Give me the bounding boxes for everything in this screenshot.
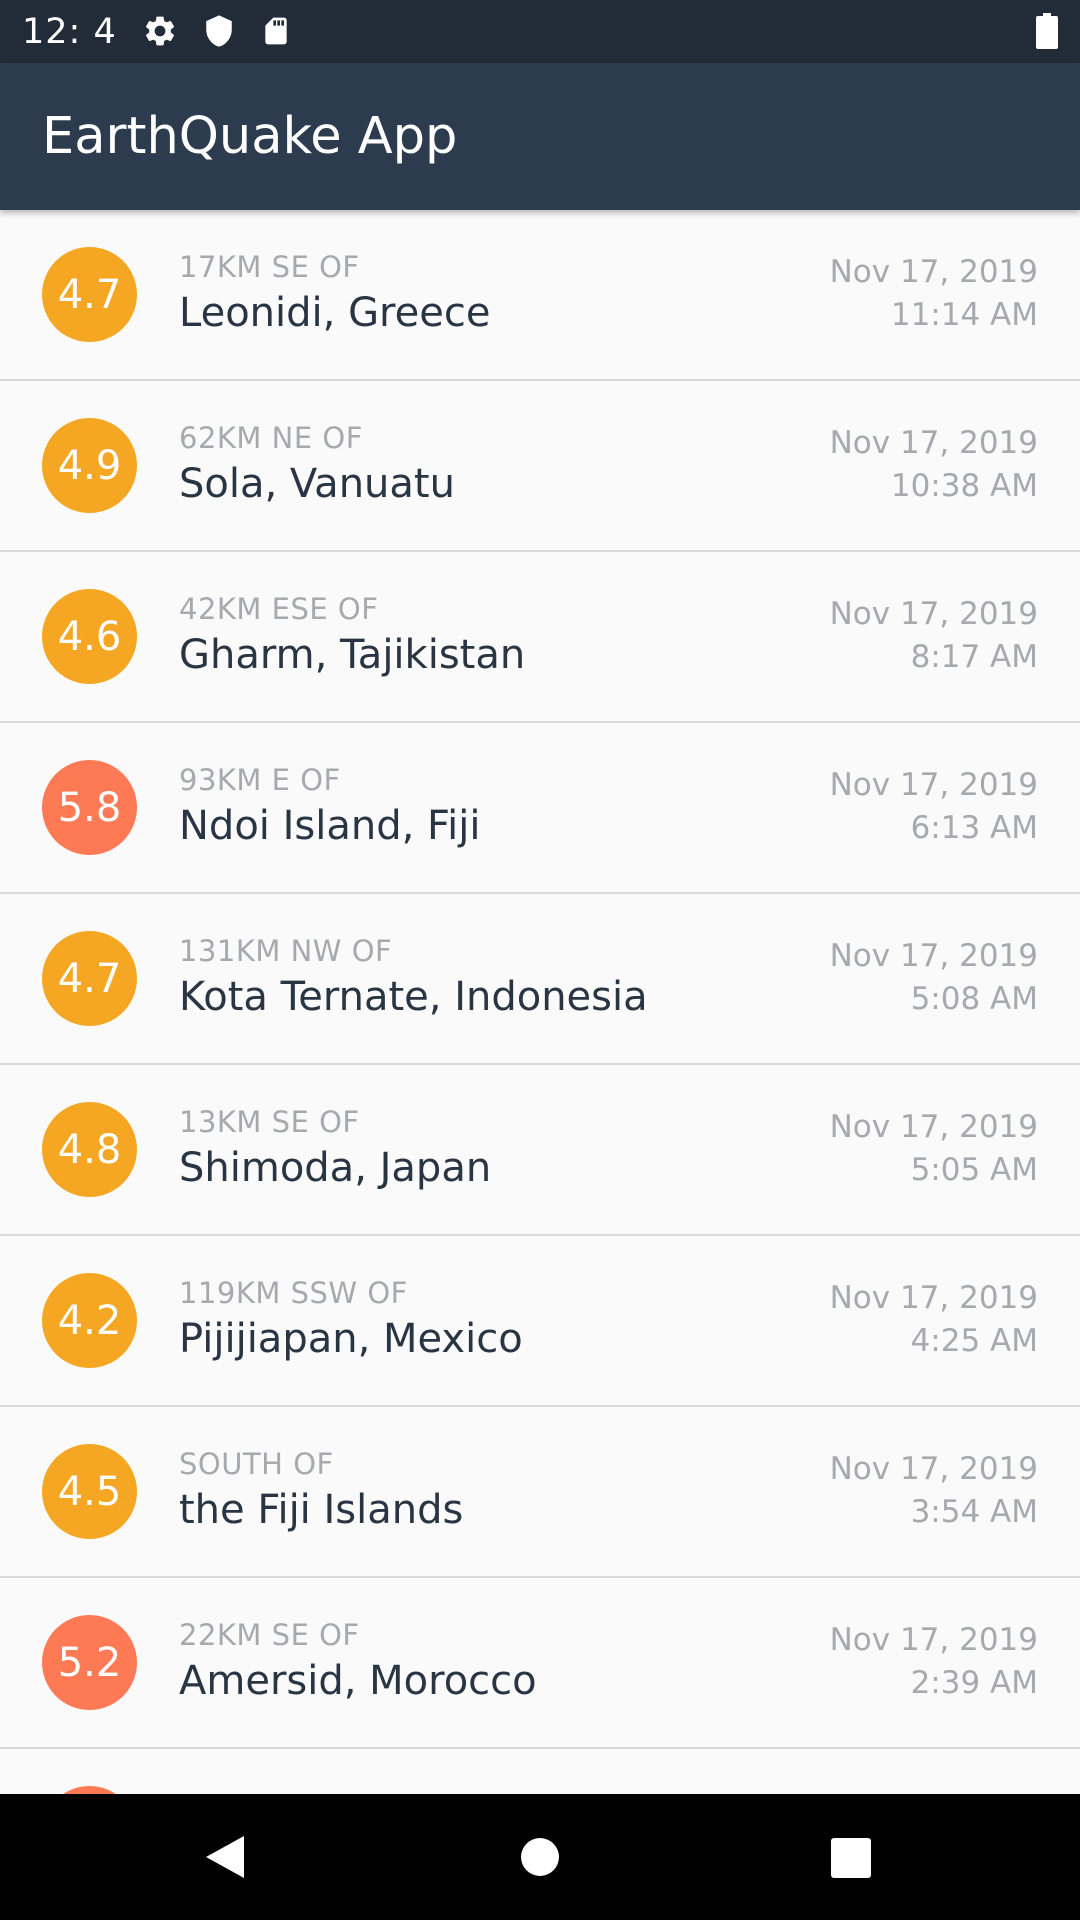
magnitude-circle: 4.6 xyxy=(42,589,137,684)
status-time: 12: 4 xyxy=(22,12,117,52)
status-bar: 12: 4 xyxy=(0,0,1080,63)
battery-icon xyxy=(1036,13,1058,54)
primary-location: Gharm, Tajikistan xyxy=(179,632,526,678)
magnitude-circle: 4.7 xyxy=(42,931,137,1026)
location-offset: 62KM NE OF xyxy=(179,421,363,455)
quake-date: Nov 17, 2019 xyxy=(829,1109,1038,1145)
location-offset: SOUTH OF xyxy=(179,1447,334,1481)
earthquake-item[interactable]: 4.6 42KM ESE OF Gharm, Tajikistan Nov 17… xyxy=(0,552,1080,723)
primary-location: Shimoda, Japan xyxy=(179,1145,492,1191)
earthquake-item[interactable]: 4.5 SOUTH OF the Fiji Islands Nov 17, 20… xyxy=(0,1407,1080,1578)
magnitude-circle xyxy=(42,1786,137,1794)
quake-date: Nov 17, 2019 xyxy=(829,767,1038,803)
quake-time: 10:38 AM xyxy=(890,468,1038,504)
primary-location: the Fiji Islands xyxy=(179,1487,464,1533)
quake-date: Nov 17, 2019 xyxy=(829,254,1038,290)
location-offset: 131KM NW OF xyxy=(179,934,393,968)
app-title: EarthQuake App xyxy=(42,107,458,166)
quake-date: Nov 17, 2019 xyxy=(829,1622,1038,1658)
quake-time: 6:13 AM xyxy=(910,810,1038,846)
earthquake-item[interactable]: 4.7 131KM NW OF Kota Ternate, Indonesia … xyxy=(0,894,1080,1065)
primary-location: Sola, Vanuatu xyxy=(179,461,455,507)
magnitude-circle: 5.8 xyxy=(42,760,137,855)
location-offset: 93KM E OF xyxy=(179,763,341,797)
magnitude-circle: 4.9 xyxy=(42,418,137,513)
quake-time: 8:17 AM xyxy=(910,639,1038,675)
earthquake-item[interactable]: 4.8 13KM SE OF Shimoda, Japan Nov 17, 20… xyxy=(0,1065,1080,1236)
recents-icon[interactable] xyxy=(830,1832,872,1887)
primary-location: Leonidi, Greece xyxy=(179,290,491,336)
magnitude-circle: 4.2 xyxy=(42,1273,137,1368)
earthquake-item[interactable]: 5.2 22KM SE OF Amersid, Morocco Nov 17, … xyxy=(0,1578,1080,1749)
location-offset: 42KM ESE OF xyxy=(179,592,379,626)
quake-time: 3:54 AM xyxy=(910,1494,1038,1530)
earthquake-item[interactable]: 4.7 17KM SE OF Leonidi, Greece Nov 17, 2… xyxy=(0,210,1080,381)
earthquake-item[interactable] xyxy=(0,1749,1080,1794)
app-bar: EarthQuake App xyxy=(0,63,1080,210)
location-offset: 17KM SE OF xyxy=(179,250,360,284)
magnitude-circle: 5.2 xyxy=(42,1615,137,1710)
earthquake-item[interactable]: 4.2 119KM SSW OF Pijijiapan, Mexico Nov … xyxy=(0,1236,1080,1407)
quake-time: 11:14 AM xyxy=(890,297,1038,333)
sd-card-icon xyxy=(260,13,292,54)
back-icon[interactable] xyxy=(200,1832,250,1887)
location-offset: 22KM SE OF xyxy=(179,1618,360,1652)
magnitude-circle: 4.7 xyxy=(42,247,137,342)
earthquake-list[interactable]: 4.7 17KM SE OF Leonidi, Greece Nov 17, 2… xyxy=(0,210,1080,1794)
earthquake-item[interactable]: 4.9 62KM NE OF Sola, Vanuatu Nov 17, 201… xyxy=(0,381,1080,552)
home-icon[interactable] xyxy=(520,1832,560,1887)
gear-icon xyxy=(142,13,178,54)
magnitude-circle: 4.5 xyxy=(42,1444,137,1539)
quake-date: Nov 17, 2019 xyxy=(829,425,1038,461)
location-offset: 119KM SSW OF xyxy=(179,1276,408,1310)
primary-location: Pijijiapan, Mexico xyxy=(179,1316,523,1362)
quake-date: Nov 17, 2019 xyxy=(829,938,1038,974)
primary-location: Ndoi Island, Fiji xyxy=(179,803,481,849)
quake-time: 5:08 AM xyxy=(910,981,1038,1017)
quake-time: 5:05 AM xyxy=(910,1152,1038,1188)
location-offset: 13KM SE OF xyxy=(179,1105,360,1139)
primary-location: Kota Ternate, Indonesia xyxy=(179,974,648,1020)
quake-date: Nov 17, 2019 xyxy=(829,1280,1038,1316)
quake-date: Nov 17, 2019 xyxy=(829,1451,1038,1487)
primary-location: Amersid, Morocco xyxy=(179,1658,537,1704)
quake-time: 4:25 AM xyxy=(910,1323,1038,1359)
shield-icon xyxy=(202,13,236,54)
magnitude-circle: 4.8 xyxy=(42,1102,137,1197)
navigation-bar xyxy=(0,1794,1080,1920)
earthquake-item[interactable]: 5.8 93KM E OF Ndoi Island, Fiji Nov 17, … xyxy=(0,723,1080,894)
quake-time: 2:39 AM xyxy=(910,1665,1038,1701)
quake-date: Nov 17, 2019 xyxy=(829,596,1038,632)
